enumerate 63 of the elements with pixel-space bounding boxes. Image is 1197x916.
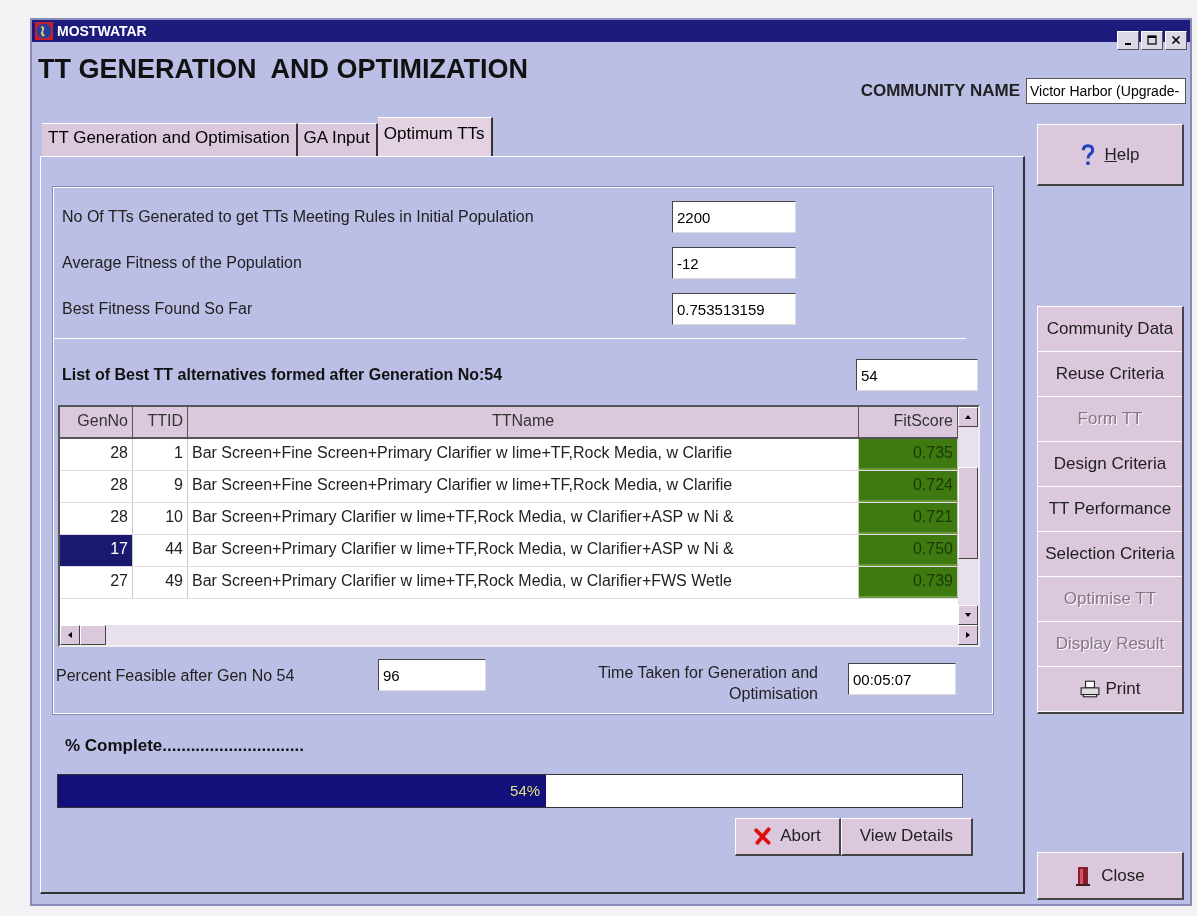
action-button[interactable]: Abort [735,817,841,856]
stat-label: Best Fitness Found So Far [62,300,254,318]
community-name-label: COMMUNITY NAME [860,81,1020,101]
table-cell: 27 [60,567,133,598]
table-cell: 9 [133,471,188,502]
table-cell: 28 [60,439,133,470]
page-title: TT GENERATION AND OPTIMIZATION [38,53,528,85]
door-icon [1075,864,1092,887]
table-cell: 1 [133,439,188,470]
table-cell: 44 [133,535,188,566]
table-cell: 17 [60,535,133,566]
percent-feasible-label: Percent Feasible after Gen No 54 [55,667,296,685]
time-taken-label: Time Taken for Generation and Optimisation [597,663,818,704]
table-cell: 0.739 [859,567,958,598]
progress-reading: 54% [510,781,541,799]
stat-label: No Of TTs Generated to get TTs Meeting Rules in Initial Population [62,208,535,226]
maximize-icon [1147,35,1157,45]
generation-field[interactable]: 54 [856,359,978,391]
stat-label: Average Fitness of the Population [62,254,303,272]
action-button[interactable]: View Details [840,817,973,856]
percent-feasible-field[interactable]: 96 [378,659,486,691]
vertical-scrollbar[interactable] [958,407,978,625]
cross-icon [754,827,773,846]
table-cell: 0.750 [859,535,958,566]
progress-label: % Complete.............................. [65,735,305,756]
printer-icon [1079,680,1100,698]
column-header[interactable]: TTName [188,407,859,437]
nav-button[interactable]: Print [1038,667,1182,712]
table-cell: 0.724 [859,471,958,502]
table-cell: 0.735 [859,439,958,470]
close-icon [1171,35,1181,45]
scroll-thumb[interactable] [958,467,978,559]
close-button[interactable]: Close [1037,852,1184,900]
maximize-button[interactable] [1141,30,1163,50]
column-header[interactable]: TTID [133,407,188,437]
nav-button[interactable]: TT Performance [1038,487,1182,532]
tab[interactable]: Optimum TTs [377,117,493,156]
time-taken-field[interactable]: 00:05:07 [848,663,956,695]
table-cell: 28 [60,503,133,534]
nav-button[interactable]: Selection Criteria [1038,532,1182,577]
stat-field[interactable]: 2200 [672,201,796,233]
column-header[interactable]: GenNo [60,407,133,437]
question-icon [1080,143,1095,166]
scroll-thumb[interactable] [80,625,106,645]
tab[interactable]: GA Input [297,123,378,156]
nav-button[interactable]: Community Data [1038,307,1182,352]
list-title: List of Best TT alternatives formed after Generation No:54 [62,366,503,384]
globe-icon [35,22,53,40]
table-cell: 28 [60,471,133,502]
table-cell: 0.721 [859,503,958,534]
tab[interactable]: TT Generation and Optimisation [42,123,298,156]
window-title: MOSTWATAR [57,23,147,39]
horizontal-scrollbar[interactable] [60,625,978,645]
community-name-field[interactable]: Victor Harbor (Upgrade- [1026,78,1186,104]
nav-button[interactable]: Reuse Criteria [1038,352,1182,397]
table-cell: 49 [133,567,188,598]
stat-field[interactable]: -12 [672,247,796,279]
minimize-button[interactable] [1117,30,1139,50]
window-close-button[interactable] [1165,30,1187,50]
help-button[interactable]: Help [1037,124,1184,186]
nav-button[interactable]: Design Criteria [1038,442,1182,487]
stat-field[interactable]: 0.753513159 [672,293,796,325]
table-cell: 10 [133,503,188,534]
